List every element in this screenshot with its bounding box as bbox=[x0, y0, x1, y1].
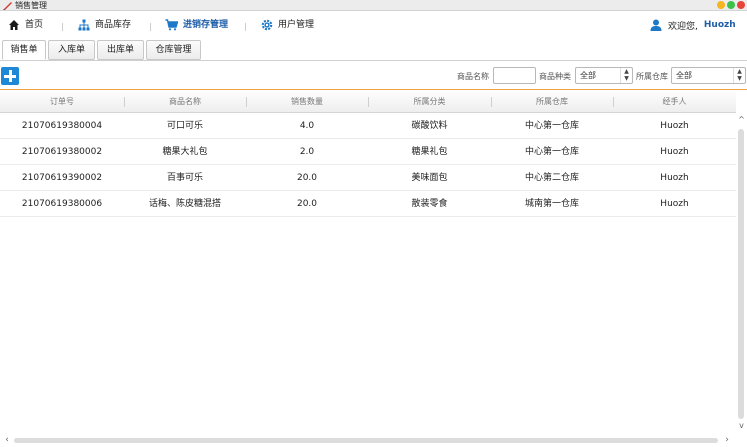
cell-product-name: 糖果大礼包 bbox=[162, 147, 208, 157]
column-header[interactable]: 所属仓库 bbox=[491, 91, 613, 113]
cell-handler: Huozh bbox=[660, 147, 689, 157]
sales-order-table: 订单号 商品名称 销售数量 所属分类 所属仓库 经手人 210706193800… bbox=[0, 91, 747, 430]
home-icon bbox=[9, 20, 19, 30]
cell-warehouse: 城南第一仓库 bbox=[524, 199, 579, 209]
nav-home[interactable]: 首页 bbox=[8, 17, 43, 33]
column-header[interactable]: 商品名称 bbox=[124, 91, 246, 113]
cell-quantity: 20.0 bbox=[296, 173, 318, 183]
table-row[interactable]: 21070619390002 百事可乐 20.0 美味面包 中心第二仓库 Huo… bbox=[0, 165, 736, 191]
spinner-arrows-icon: ▲ ▼ bbox=[733, 68, 745, 83]
product-name-label: 商品名称 bbox=[457, 72, 489, 81]
cell-product-name: 百事可乐 bbox=[166, 173, 203, 183]
tab-warehouse-management[interactable]: 仓库管理 bbox=[146, 40, 201, 60]
vertical-scrollbar[interactable]: ^ v bbox=[736, 113, 747, 430]
nav-divider bbox=[245, 23, 246, 31]
column-header[interactable]: 销售数量 bbox=[246, 91, 368, 113]
window-titlebar: 销售管理 bbox=[0, 0, 747, 11]
sitemap-icon bbox=[78, 19, 90, 31]
filter-toolbar: 商品名称 商品种类 全部 ▲ ▼ 所属仓库 全部 ▲ ▼ bbox=[0, 62, 747, 90]
table-row[interactable]: 21070619380004 可口可乐 4.0 碳酸饮料 中心第一仓库 Huoz… bbox=[0, 113, 736, 139]
cell-order-id: 21070619380006 bbox=[21, 199, 103, 209]
table-row[interactable]: 21070619380006 话梅、陈皮糖混搭 20.0 散装零食 城南第一仓库… bbox=[0, 191, 736, 217]
tab-sales-order[interactable]: 销售单 bbox=[2, 40, 46, 60]
product-type-value: 全部 bbox=[580, 71, 596, 80]
table-header: 订单号 商品名称 销售数量 所属分类 所属仓库 经手人 bbox=[0, 91, 736, 113]
scroll-down-icon[interactable]: v bbox=[737, 421, 746, 431]
nav-user-management[interactable]: 用户管理 bbox=[261, 17, 314, 33]
nav-inventory[interactable]: 商品库存 bbox=[78, 17, 131, 33]
app-logo-icon bbox=[3, 2, 12, 10]
main-navbar: 首页 商品库存 进销存管理 用户管理 欢迎您, Huozh bbox=[0, 11, 747, 39]
cell-order-id: 21070619380002 bbox=[21, 147, 103, 157]
horizontal-scrollbar[interactable]: ‹ › bbox=[0, 432, 747, 447]
product-name-input[interactable] bbox=[493, 67, 536, 84]
product-type-label: 商品种类 bbox=[539, 72, 571, 81]
nav-stock-management[interactable]: 进销存管理 bbox=[165, 17, 228, 33]
cell-category: 糖果礼包 bbox=[411, 147, 448, 157]
warehouse-value: 全部 bbox=[676, 71, 692, 80]
warehouse-label: 所属仓库 bbox=[636, 72, 668, 81]
table-row[interactable]: 21070619380002 糖果大礼包 2.0 糖果礼包 中心第一仓库 Huo… bbox=[0, 139, 736, 165]
nav-divider bbox=[150, 23, 151, 31]
product-type-select[interactable]: 全部 ▲ ▼ bbox=[575, 67, 633, 84]
cell-category: 碳酸饮料 bbox=[411, 121, 448, 131]
column-header[interactable]: 所属分类 bbox=[368, 91, 491, 113]
spinner-arrows-icon: ▲ ▼ bbox=[620, 68, 632, 83]
nav-home-label: 首页 bbox=[25, 20, 44, 30]
cell-category: 美味面包 bbox=[411, 173, 448, 183]
maximize-button[interactable] bbox=[727, 1, 735, 9]
warehouse-select[interactable]: 全部 ▲ ▼ bbox=[671, 67, 746, 84]
cell-quantity: 20.0 bbox=[296, 199, 318, 209]
column-header[interactable]: 经手人 bbox=[613, 91, 736, 113]
window-title: 销售管理 bbox=[15, 1, 47, 10]
subtab-bar: 销售单 入库单 出库单 仓库管理 bbox=[0, 39, 747, 61]
cell-handler: Huozh bbox=[660, 199, 689, 209]
gear-icon bbox=[261, 19, 273, 31]
cell-warehouse: 中心第二仓库 bbox=[524, 173, 579, 183]
cell-quantity: 4.0 bbox=[299, 121, 315, 131]
horizontal-scroll-thumb[interactable] bbox=[14, 438, 718, 443]
welcome-text: 欢迎您, bbox=[668, 21, 698, 32]
minimize-button[interactable] bbox=[717, 1, 725, 9]
add-order-button[interactable] bbox=[1, 67, 19, 85]
tab-outbound-order[interactable]: 出库单 bbox=[97, 40, 144, 60]
scroll-up-icon[interactable]: ^ bbox=[737, 115, 746, 125]
nav-divider bbox=[62, 23, 63, 31]
cart-icon bbox=[165, 19, 178, 31]
scroll-left-icon[interactable]: ‹ bbox=[2, 434, 12, 446]
cell-order-id: 21070619380004 bbox=[21, 121, 103, 131]
cell-category: 散装零食 bbox=[411, 199, 448, 209]
cell-quantity: 2.0 bbox=[299, 147, 315, 157]
cell-handler: Huozh bbox=[660, 121, 689, 131]
nav-stock-management-label: 进销存管理 bbox=[183, 20, 229, 30]
cell-warehouse: 中心第一仓库 bbox=[524, 147, 579, 157]
cell-product-name: 可口可乐 bbox=[166, 121, 203, 131]
welcome-area: 欢迎您, Huozh bbox=[650, 17, 736, 33]
nav-inventory-label: 商品库存 bbox=[95, 20, 132, 30]
close-button[interactable] bbox=[737, 1, 745, 9]
nav-user-management-label: 用户管理 bbox=[278, 20, 315, 30]
cell-warehouse: 中心第一仓库 bbox=[524, 121, 579, 131]
cell-handler: Huozh bbox=[660, 173, 689, 183]
vertical-scroll-thumb[interactable] bbox=[738, 129, 744, 419]
user-icon bbox=[650, 19, 662, 31]
cell-product-name: 话梅、陈皮糖混搭 bbox=[148, 199, 221, 209]
username[interactable]: Huozh bbox=[704, 20, 736, 30]
tab-inbound-order[interactable]: 入库单 bbox=[48, 40, 95, 60]
column-header[interactable]: 订单号 bbox=[0, 91, 124, 113]
scroll-right-icon[interactable]: › bbox=[722, 434, 732, 446]
cell-order-id: 21070619390002 bbox=[21, 173, 103, 183]
